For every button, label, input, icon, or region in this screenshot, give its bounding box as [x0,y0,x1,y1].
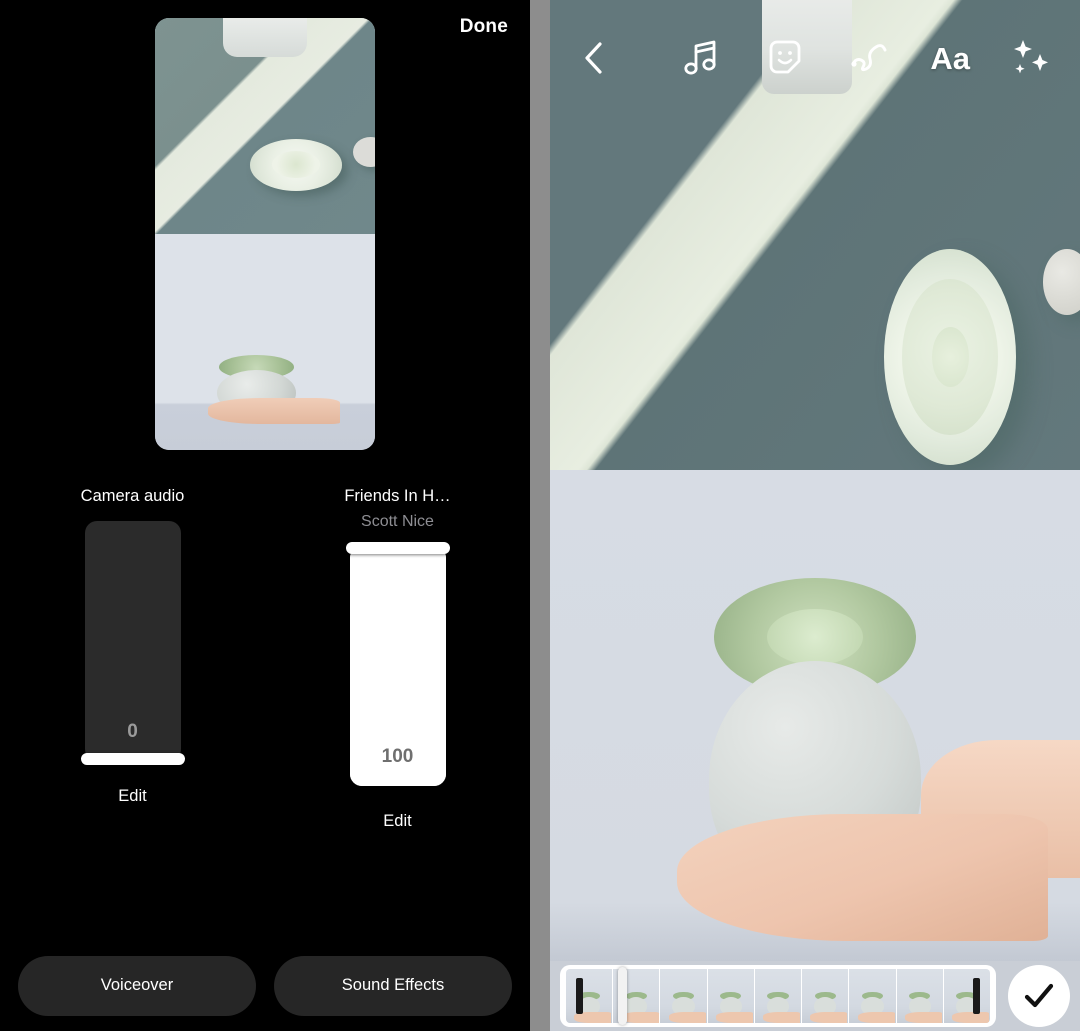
confirm-button[interactable] [1008,965,1070,1027]
photo-succulent [883,249,1017,466]
preview-top-scene [155,18,375,234]
back-button[interactable] [572,37,614,79]
volume-slider-music[interactable]: 100 [345,542,450,786]
frame-hand [952,1012,990,1023]
edit-button-music[interactable]: Edit [383,812,411,831]
frame-hand [668,1012,706,1023]
music-button[interactable] [678,35,724,81]
playhead-handle[interactable] [618,967,627,1025]
stickers-button[interactable] [762,35,808,81]
music-note-icon [684,40,716,75]
chevron-left-icon [585,42,602,74]
effects-button[interactable] [1008,35,1054,81]
video-timeline-bar [550,961,1080,1031]
timeline-frame[interactable] [566,969,614,1023]
frame-hand [904,1012,942,1023]
story-editor-panel: Aa Remix Remix [550,0,1080,1031]
frame-hand [621,1012,659,1023]
preview-stone [353,136,375,168]
preview-bottom-scene [155,234,375,450]
slider-value: 100 [381,746,414,767]
canvas-bottom-photo[interactable] [550,470,1080,961]
frame-hand [810,1012,848,1023]
timeline-frame[interactable] [849,969,897,1023]
panel-divider [530,0,550,1031]
edit-button-camera-audio[interactable]: Edit [118,787,146,806]
sticker-smiley-icon [769,40,801,74]
slider-handle[interactable] [345,542,450,554]
timeline-frame[interactable] [896,969,944,1023]
audio-track-music: Friends In H… Scott Nice 100 Edit [265,484,530,831]
draw-squiggle-icon [851,44,887,72]
done-button[interactable]: Done [460,16,508,38]
audio-tracks: Camera audio 0 Edit Friends In H… Scott … [0,484,530,831]
preview-hand [207,398,340,425]
timeline-frame[interactable] [802,969,850,1023]
draw-button[interactable] [846,35,892,81]
timeline-frame[interactable] [660,969,708,1023]
audio-actions-bar: Voiceover Sound Effects [0,940,530,1031]
voiceover-button[interactable]: Voiceover [18,955,256,1016]
app-screen: Done Camera audio 0 Edit Friends In H… S… [0,0,1080,1031]
audio-track-camera: Camera audio 0 Edit [0,484,265,831]
timeline-frames [566,969,990,1023]
video-timeline[interactable] [560,965,996,1027]
text-button[interactable]: Aa [930,43,970,74]
timeline-frame[interactable] [943,969,990,1023]
editor-toolbar: Aa [550,30,1080,86]
volume-slider-camera-audio[interactable]: 0 [80,521,185,765]
preview-pot-top [223,18,307,57]
frame-hand [763,1012,801,1023]
track-title: Friends In H… [344,487,451,505]
video-preview-thumbnail[interactable] [155,18,375,450]
track-title: Camera audio [80,487,185,505]
photo-hand [677,813,1049,942]
preview-succulent [249,138,342,191]
trim-handle-left[interactable] [576,978,583,1014]
timeline-frame[interactable] [707,969,755,1023]
sound-effects-button[interactable]: Sound Effects [274,955,512,1016]
slider-value: 0 [127,721,138,742]
sparkles-effects-icon [1014,40,1048,74]
toolbar-icons: Aa [614,35,1058,81]
check-icon [1024,983,1054,1008]
frame-hand [715,1012,753,1023]
audio-mixer-panel: Done Camera audio 0 Edit Friends In H… S… [0,0,530,1031]
track-artist: Scott Nice [361,513,434,530]
frame-hand [857,1012,895,1023]
photo-stone [1042,249,1080,315]
timeline-frame[interactable] [754,969,803,1023]
slider-handle[interactable] [80,753,185,765]
trim-handle-right[interactable] [973,978,980,1014]
